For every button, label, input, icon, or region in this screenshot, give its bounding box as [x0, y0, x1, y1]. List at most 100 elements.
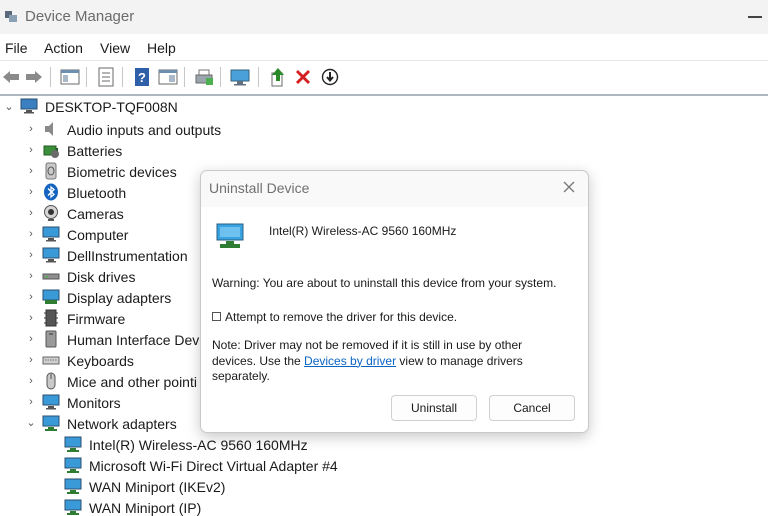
dialog-title: Uninstall Device — [209, 180, 310, 196]
minimize-button[interactable] — [748, 16, 762, 18]
disable-icon[interactable] — [319, 66, 341, 88]
tree-item-firmware[interactable]: › Firmware — [0, 308, 230, 329]
uninstall-icon[interactable] — [292, 66, 314, 88]
device-manager-icon — [5, 11, 17, 22]
toolbar-separator — [220, 67, 221, 87]
note-line-3: separately. — [212, 369, 270, 383]
chevron-right-icon[interactable]: › — [26, 249, 36, 261]
remove-driver-checkbox-label[interactable]: Attempt to remove the driver for this de… — [225, 310, 457, 324]
chevron-right-icon[interactable]: › — [26, 207, 36, 219]
devices-by-driver-link[interactable]: Devices by driver — [304, 354, 396, 368]
network-adapter-icon — [64, 499, 82, 515]
camera-icon — [44, 205, 58, 221]
menu-action[interactable]: Action — [44, 40, 83, 56]
tree-item-cameras[interactable]: › Cameras — [0, 203, 230, 224]
toolbar-separator — [184, 67, 185, 87]
note-line-2-pre: devices. Use the — [212, 353, 305, 368]
toolbar-separator — [258, 67, 259, 87]
tree-item-label: Batteries — [67, 143, 123, 159]
tree-item-label: Biometric devices — [67, 164, 177, 180]
chevron-right-icon[interactable]: › — [26, 291, 36, 303]
tree-item-label: DellInstrumentation — [67, 248, 188, 264]
network-item-intel-wireless[interactable]: Intel(R) Wireless-AC 9560 160MHz — [0, 434, 320, 455]
note-line-2-post: view to manage drivers — [396, 353, 523, 368]
uninstall-button[interactable]: Uninstall — [391, 395, 477, 421]
title-bar: Device Manager — [0, 0, 768, 34]
window-title: Device Manager — [25, 8, 135, 25]
toolbar: ? — [0, 60, 768, 94]
properties-pane-icon[interactable] — [59, 66, 81, 88]
chevron-right-icon[interactable]: › — [26, 333, 36, 345]
view-icon[interactable] — [157, 66, 179, 88]
network-adapter-icon — [64, 478, 82, 494]
tree-item-label: Bluetooth — [67, 185, 127, 201]
menu-file[interactable]: File — [5, 40, 28, 56]
tree-item-biometric[interactable]: › Biometric devices — [0, 161, 230, 182]
network-adapter-icon — [64, 457, 82, 473]
back-icon[interactable] — [0, 66, 22, 88]
tree-root[interactable]: ⌄ DESKTOP-TQF008N — [0, 96, 200, 117]
tree-item-display-adapters[interactable]: › Display adapters — [0, 287, 230, 308]
print-icon[interactable] — [193, 66, 215, 88]
network-item-label: Intel(R) Wireless-AC 9560 160MHz — [89, 437, 308, 453]
properties-icon[interactable] — [95, 66, 117, 88]
device-name: Intel(R) Wireless-AC 9560 160MHz — [269, 224, 457, 238]
network-adapter-icon — [216, 223, 244, 248]
tree-item-label: Audio inputs and outputs — [67, 122, 222, 138]
update-driver-icon[interactable] — [267, 66, 289, 88]
chevron-down-icon[interactable]: ⌄ — [4, 101, 14, 113]
tree-item-dellinstrumentation[interactable]: › DellInstrumentation — [0, 245, 230, 266]
tree-item-hid[interactable]: › Human Interface Devic — [0, 329, 209, 350]
tree-item-label: Firmware — [67, 311, 126, 327]
hid-icon — [45, 330, 57, 348]
network-adapter-icon — [42, 415, 60, 431]
speaker-icon — [45, 122, 53, 136]
chevron-right-icon[interactable]: › — [26, 312, 36, 324]
tree-item-computer[interactable]: › Computer — [0, 224, 230, 245]
tree-item-bluetooth[interactable]: › Bluetooth — [0, 182, 230, 203]
network-item-wan-ikev2[interactable]: WAN Miniport (IKEv2) — [0, 476, 260, 497]
tree-item-label: Monitors — [67, 395, 121, 411]
chevron-right-icon[interactable]: › — [26, 123, 36, 135]
remove-driver-checkbox[interactable] — [212, 312, 221, 321]
forward-icon[interactable] — [23, 66, 45, 88]
scan-hardware-icon[interactable] — [229, 66, 251, 88]
chevron-right-icon[interactable]: › — [26, 354, 36, 366]
help-icon[interactable]: ? — [131, 66, 153, 88]
tree-item-disk-drives[interactable]: › Disk drives — [0, 266, 230, 287]
biometric-icon — [45, 162, 57, 180]
computer-icon — [20, 98, 38, 114]
toolbar-separator — [86, 67, 87, 87]
chevron-right-icon[interactable]: › — [26, 144, 36, 156]
computer-icon — [42, 226, 60, 242]
tree-item-label: Human Interface Devic — [67, 332, 210, 348]
network-item-wan-ip[interactable]: WAN Miniport (IP) — [0, 497, 260, 516]
tree-item-network-adapters[interactable]: ⌄ Network adapters — [0, 413, 230, 434]
menu-help[interactable]: Help — [147, 40, 176, 56]
tree-item-batteries[interactable]: › Batteries — [0, 140, 230, 161]
cancel-button[interactable]: Cancel — [489, 395, 575, 421]
tree-root-label: DESKTOP-TQF008N — [45, 99, 178, 115]
network-item-label: WAN Miniport (IP) — [89, 500, 202, 516]
chevron-down-icon[interactable]: ⌄ — [26, 417, 36, 429]
network-item-label: Microsoft Wi-Fi Direct Virtual Adapter #… — [89, 458, 338, 474]
chevron-right-icon[interactable]: › — [26, 375, 36, 387]
network-item-label: WAN Miniport (IKEv2) — [89, 479, 226, 495]
toolbar-separator — [50, 67, 51, 87]
chevron-right-icon[interactable]: › — [26, 228, 36, 240]
firmware-icon — [44, 309, 58, 327]
tree-item-monitors[interactable]: › Monitors — [0, 392, 230, 413]
tree-item-mice[interactable]: › Mice and other pointi — [0, 371, 200, 392]
close-icon[interactable] — [561, 179, 577, 195]
chevron-right-icon[interactable]: › — [26, 396, 36, 408]
menu-view[interactable]: View — [100, 40, 130, 56]
svg-text:?: ? — [138, 70, 146, 85]
tree-item-keyboards[interactable]: › Keyboards — [0, 350, 200, 371]
chevron-right-icon[interactable]: › — [26, 186, 36, 198]
chevron-right-icon[interactable]: › — [26, 165, 36, 177]
tree-item-audio[interactable]: › Audio inputs and outputs — [0, 119, 230, 140]
battery-icon — [43, 145, 59, 158]
chevron-right-icon[interactable]: › — [26, 270, 36, 282]
note-text: Note: Driver may not be removed if it is… — [212, 338, 562, 385]
network-item-wifi-direct[interactable]: Microsoft Wi-Fi Direct Virtual Adapter #… — [0, 455, 360, 476]
